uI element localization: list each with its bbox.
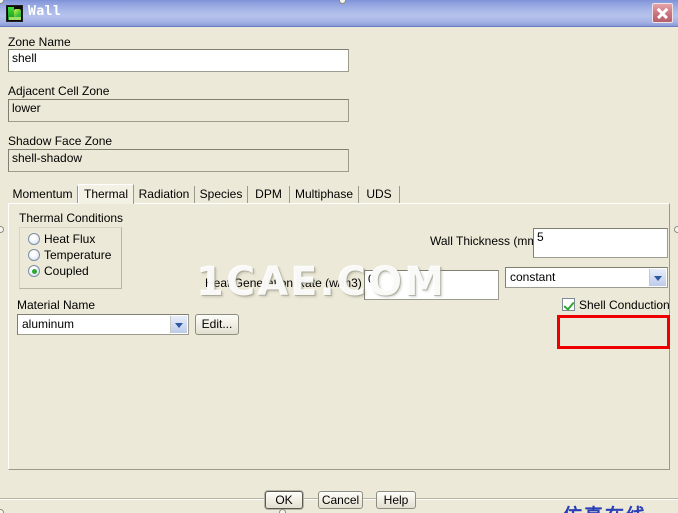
window-title: Wall <box>28 4 62 19</box>
wall-boundary-condition-dialog: Wall Zone Name shell Adjacent Cell Zone … <box>0 0 678 513</box>
radio-coupled[interactable]: Coupled <box>28 263 116 279</box>
help-button[interactable]: Help <box>376 491 416 509</box>
material-name-dropdown[interactable]: aluminum <box>17 314 189 335</box>
shadow-face-zone-label: Shadow Face Zone <box>8 134 113 148</box>
zone-name-input[interactable]: shell <box>8 49 349 72</box>
window-titlebar: Wall <box>0 0 678 27</box>
app-icon <box>6 5 23 22</box>
wall-thickness-label: Wall Thickness (mm) <box>430 234 542 248</box>
ok-button[interactable]: OK <box>265 491 303 509</box>
shell-conduction-label: Shell Conduction <box>579 298 670 312</box>
zone-name-label: Zone Name <box>8 35 71 49</box>
material-name-value: aluminum <box>22 317 75 331</box>
thermal-tab-panel: Thermal Conditions Heat Flux Temperature… <box>8 203 670 470</box>
dialog-body: Zone Name shell Adjacent Cell Zone lower… <box>0 27 678 513</box>
resize-handle-right[interactable] <box>674 226 678 233</box>
cancel-button[interactable]: Cancel <box>318 491 363 509</box>
radio-temperature[interactable]: Temperature <box>28 247 116 263</box>
radio-indicator <box>28 233 40 245</box>
radio-label: Heat Flux <box>44 232 96 246</box>
tab-species[interactable]: Species <box>195 186 248 203</box>
tab-multiphase[interactable]: Multiphase <box>290 186 359 203</box>
corner-watermark-cn: 仿真在线 <box>563 501 647 513</box>
tab-thermal[interactable]: Thermal <box>78 184 134 204</box>
close-icon[interactable] <box>652 3 673 23</box>
heat-generation-rate-input[interactable]: 0 <box>364 270 499 300</box>
tab-momentum[interactable]: Momentum <box>8 186 78 203</box>
heat-generation-method-dropdown[interactable]: constant <box>505 267 668 288</box>
tab-radiation[interactable]: Radiation <box>134 186 195 203</box>
heat-generation-method-value: constant <box>510 270 556 284</box>
resize-handle-bottom[interactable] <box>279 509 286 513</box>
resize-handle-bottom-left[interactable] <box>0 509 4 513</box>
radio-label: Coupled <box>44 264 89 278</box>
heat-generation-rate-label: Heat Generation Rate (w/m3) <box>205 276 362 290</box>
shadow-face-zone-value: shell-shadow <box>8 149 349 172</box>
tab-strip: Momentum Thermal Radiation Species DPM M… <box>8 184 670 204</box>
radio-heat-flux[interactable]: Heat Flux <box>28 231 116 247</box>
adjacent-cell-zone-label: Adjacent Cell Zone <box>8 84 110 98</box>
adjacent-cell-zone-value: lower <box>8 99 349 122</box>
wall-thickness-input[interactable]: 5 <box>533 228 668 258</box>
checkbox-indicator <box>562 298 575 311</box>
thermal-conditions-title: Thermal Conditions <box>19 211 124 225</box>
radio-indicator <box>28 265 40 277</box>
material-name-label: Material Name <box>17 298 96 312</box>
radio-label: Temperature <box>44 248 112 262</box>
edit-material-button[interactable]: Edit... <box>195 314 239 335</box>
tab-uds[interactable]: UDS <box>359 186 400 203</box>
chevron-down-icon[interactable] <box>649 269 666 286</box>
chevron-down-icon[interactable] <box>170 316 187 333</box>
tab-dpm[interactable]: DPM <box>248 186 290 203</box>
radio-indicator <box>28 249 40 261</box>
